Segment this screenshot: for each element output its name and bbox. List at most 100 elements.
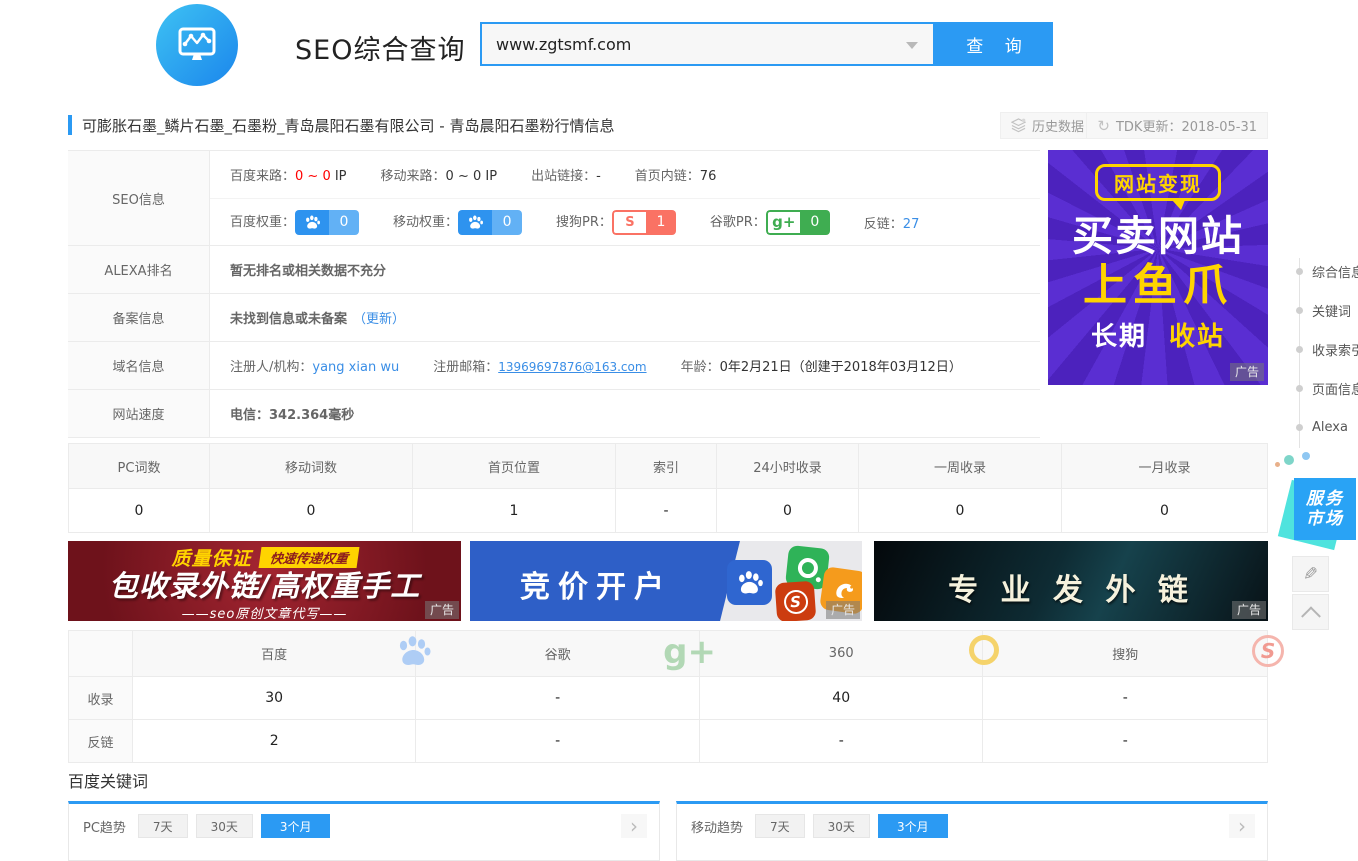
chevron-up-icon	[1301, 606, 1321, 626]
beian-update-link[interactable]: （更新）	[353, 308, 405, 327]
col-month: 一月收录	[1062, 444, 1267, 488]
google-pr-badge[interactable]: g+0	[766, 210, 830, 235]
baidu-index-value[interactable]: 30	[133, 677, 417, 719]
corner-cell	[69, 631, 133, 676]
side-ad-banner[interactable]: 网站变现 买卖网站 上鱼爪 长期收站 广告	[1048, 150, 1268, 385]
back-to-top-button[interactable]	[1292, 594, 1329, 630]
col-24h: 24小时收录	[717, 444, 859, 488]
sogou-pr-badge[interactable]: S1	[612, 210, 676, 235]
chevron-right-icon[interactable]: ›	[1229, 814, 1255, 838]
title-accent-bar	[68, 115, 72, 135]
tab-3m[interactable]: 3个月	[261, 814, 331, 838]
row-label-domain: 域名信息	[68, 342, 210, 389]
nav-item-alexa[interactable]: Alexa	[1296, 408, 1358, 447]
search-input[interactable]	[480, 22, 935, 66]
stats-table: PC词数 移动词数 首页位置 索引 24小时收录 一周收录 一月收录 0 0 1…	[68, 443, 1268, 533]
val-index: -	[616, 488, 717, 532]
ad-banner-outlinks[interactable]: 专 业 发 外 链 广告	[874, 541, 1268, 621]
tab-30d[interactable]: 30天	[813, 814, 870, 838]
mobile-weight-badge[interactable]: 0	[458, 210, 522, 235]
sogou-icon: S	[612, 210, 646, 235]
baidu-paw-icon	[396, 635, 432, 672]
query-button[interactable]: 查 询	[935, 22, 1053, 66]
360-index-value[interactable]: 40	[700, 677, 984, 719]
search-bar: 查 询	[480, 22, 1053, 66]
refresh-icon: ↻	[1097, 117, 1110, 135]
feedback-pencil-button[interactable]: ✎	[1292, 556, 1329, 592]
monitor-chart-icon	[174, 22, 220, 68]
baidu-app-icon	[727, 560, 772, 605]
google-backlink-value: -	[416, 720, 700, 762]
nav-item-overview[interactable]: 综合信息	[1296, 252, 1358, 291]
stats-values-row: 0 0 1 - 0 0 0	[69, 488, 1267, 532]
paw-m-icon	[458, 210, 492, 235]
tab-30d[interactable]: 30天	[196, 814, 253, 838]
tab-7d[interactable]: 7天	[138, 814, 188, 838]
table-row-seo: SEO信息 百度来路：0 ~ 0 IP 移动来路：0 ~ 0 IP 出站链接：-…	[68, 151, 1040, 246]
tab-3m[interactable]: 3个月	[878, 814, 948, 838]
ad-line3: 长期收站	[1091, 316, 1225, 353]
inlink-value: 76	[700, 169, 717, 184]
dot-icon	[1296, 307, 1303, 314]
dot-icon	[1296, 268, 1303, 275]
baidu-traffic-value: 0 ~ 0	[295, 169, 331, 184]
col-mobile-words: 移动词数	[210, 444, 413, 488]
seo-info-table: SEO信息 百度来路：0 ~ 0 IP 移动来路：0 ~ 0 IP 出站链接：-…	[68, 150, 1040, 438]
alexa-value: 暂无排名或相关数据不充分	[230, 260, 386, 279]
history-data-label: 历史数据	[1032, 116, 1084, 135]
stats-header-row: PC词数 移动词数 首页位置 索引 24小时收录 一周收录 一月收录	[69, 444, 1267, 488]
ad-line2: 上鱼爪	[1083, 261, 1233, 312]
site-logo-icon[interactable]	[156, 4, 238, 86]
dot-icon	[1296, 424, 1303, 431]
ad-line1: 买卖网站	[1072, 212, 1244, 261]
dot-icon	[1296, 346, 1303, 353]
table-row-speed: 网站速度 电信：342.364毫秒	[68, 390, 1040, 438]
row-label-alexa: ALEXA排名	[68, 246, 210, 293]
engines-table: 百度 谷歌 g+ 360 搜狗 S 收录 30 - 40 - 反链 2 - - …	[68, 630, 1268, 763]
baidu-weight-value: 0	[329, 210, 359, 235]
nav-item-index[interactable]: 收录索引	[1296, 330, 1358, 369]
google-pr-value: 0	[800, 210, 830, 235]
ad-tag: 广告	[1232, 601, 1266, 619]
backlink-value[interactable]: 27	[903, 217, 920, 232]
baidu-weight-badge[interactable]: 0	[295, 210, 359, 235]
col-week: 一周收录	[859, 444, 1062, 488]
bubble-tail	[1172, 200, 1185, 210]
site-title: 可膨胀石墨_鳞片石墨_石墨粉_青岛晨阳石墨有限公司 - 青岛晨阳石墨粉行情信息	[82, 115, 614, 136]
service-market-badge[interactable]: 服务市场	[1294, 478, 1356, 540]
registrant-link[interactable]: yang xian wu	[312, 360, 399, 375]
ad-banner-backlinks[interactable]: 质量保证 快速传递权重 包收录外链/高权重手工 ——seo原创文章代写—— 广告	[68, 541, 461, 621]
row-label-seo: SEO信息	[68, 151, 210, 245]
sogou-pr-value: 1	[646, 210, 676, 235]
google-plus-icon: g+	[663, 635, 716, 669]
seo-traffic-row: 百度来路：0 ~ 0 IP 移动来路：0 ~ 0 IP 出站链接：- 首页内链：…	[210, 151, 1040, 198]
tab-7d[interactable]: 7天	[755, 814, 805, 838]
google-index-value: -	[416, 677, 700, 719]
val-week: 0	[859, 488, 1062, 532]
col-baidu: 百度	[133, 631, 417, 676]
table-row-alexa: ALEXA排名 暂无排名或相关数据不充分	[68, 246, 1040, 294]
paw-icon	[295, 210, 329, 235]
outlink-value: -	[596, 169, 601, 184]
history-data-button[interactable]: 历史数据	[1000, 112, 1095, 139]
mobile-trend-label: 移动趋势	[691, 817, 743, 836]
mobile-trend-panel: 移动趋势 7天 30天 3个月 ›	[676, 801, 1268, 861]
chevron-right-icon[interactable]: ›	[621, 814, 647, 838]
ad-tag: 广告	[425, 601, 459, 619]
baidu-backlink-value[interactable]: 2	[133, 720, 417, 762]
row-label-speed: 网站速度	[68, 390, 210, 437]
ad-banner-bidding[interactable]: 竞价开户 S 广告	[470, 541, 862, 621]
nav-item-pageinfo[interactable]: 页面信息	[1296, 369, 1358, 408]
col-google: 谷歌 g+	[416, 631, 700, 676]
deco-dot	[1302, 452, 1310, 460]
header: SEO综合查询 查 询	[0, 0, 1358, 95]
pc-trend-label: PC趋势	[83, 817, 126, 836]
sogou-app-icon: S	[775, 581, 817, 621]
mobile-traffic-value: 0 ~ 0 IP	[446, 169, 498, 184]
engines-row-backlink: 反链 2 - - -	[69, 719, 1267, 762]
chevron-down-icon[interactable]	[906, 42, 918, 49]
val-24h: 0	[717, 488, 859, 532]
registrant-email-link[interactable]: 13969697876@163.com	[498, 360, 646, 374]
tdk-update-button[interactable]: ↻ TDK更新：2018-05-31	[1086, 112, 1268, 139]
nav-item-keywords[interactable]: 关键词	[1296, 291, 1358, 330]
